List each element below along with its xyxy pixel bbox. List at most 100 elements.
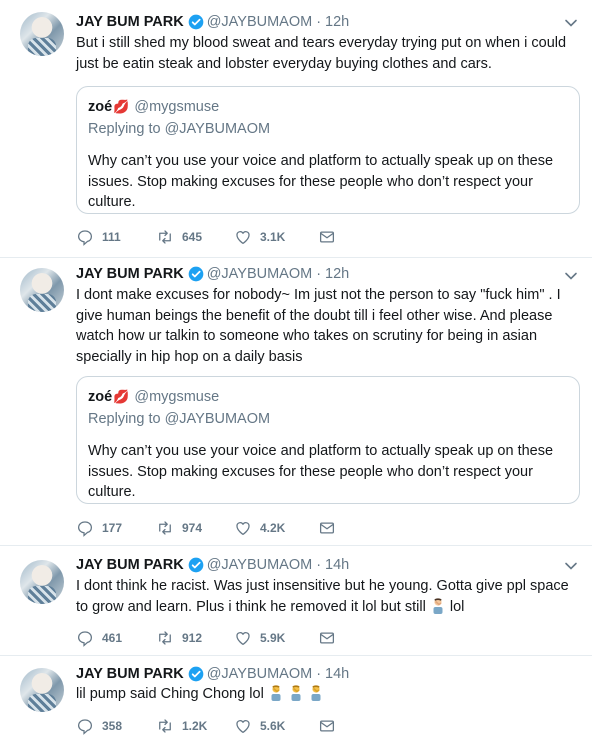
chevron-down-icon[interactable]: [564, 559, 578, 573]
like-button[interactable]: 5.9K: [234, 629, 318, 647]
timestamp[interactable]: 12h: [325, 266, 349, 282]
separator: ·: [316, 666, 322, 682]
tweet-header: JAY BUM PARK @JAYBUMAOM · 12h: [76, 12, 349, 32]
tweet[interactable]: JAY BUM PARK @JAYBUMAOM · 12h But i stil…: [0, 0, 592, 258]
like-count: 5.6K: [260, 719, 286, 733]
replying-to: Replying to @JAYBUMAOM: [88, 409, 568, 429]
replying-to: Replying to @JAYBUMAOM: [88, 119, 568, 139]
separator: ·: [316, 266, 322, 282]
direct-message-icon[interactable]: [318, 519, 336, 537]
verified-badge-icon: [188, 14, 204, 30]
timestamp[interactable]: 12h: [325, 14, 349, 30]
direct-message-icon[interactable]: [318, 228, 336, 246]
facepalm-emoji-icon: [311, 685, 321, 701]
handle[interactable]: @JAYBUMAOM: [207, 666, 313, 682]
handle[interactable]: @JAYBUMAOM: [207, 14, 313, 30]
timestamp[interactable]: 14h: [325, 557, 349, 573]
tweet-actions: 358 1.2K 5.6K: [76, 716, 336, 736]
retweet-button[interactable]: 974: [156, 519, 234, 537]
quote-display-name: zoé: [88, 389, 113, 405]
handle[interactable]: @JAYBUMAOM: [207, 557, 313, 573]
retweet-icon: [159, 719, 171, 733]
separator: ·: [316, 557, 322, 573]
like-button[interactable]: 3.1K: [234, 228, 318, 246]
avatar[interactable]: [20, 12, 64, 56]
retweet-icon: [159, 521, 171, 535]
retweet-button[interactable]: 645: [156, 228, 234, 246]
reply-count: 111: [102, 230, 121, 244]
replying-to-label: Replying to: [88, 411, 161, 427]
like-button[interactable]: 4.2K: [234, 519, 318, 537]
display-name[interactable]: JAY BUM PARK: [76, 666, 184, 682]
chevron-down-icon[interactable]: [564, 269, 578, 283]
tweet-actions: 461 912 5.9K: [76, 628, 336, 648]
quote-display-name: zoé: [88, 99, 113, 115]
tweet-text: But i still shed my blood sweat and tear…: [76, 35, 567, 72]
tweet-header: JAY BUM PARK @JAYBUMAOM · 14h: [76, 555, 349, 575]
tweet-text-body: lil pump said Ching Chong lol: [76, 686, 264, 702]
quoted-tweet[interactable]: zoé 💋 @mygsmuse Replying to @JAYBUMAOM W…: [76, 376, 580, 504]
avatar[interactable]: [20, 560, 64, 604]
retweet-count: 912: [182, 631, 203, 645]
direct-message-icon[interactable]: [318, 717, 336, 735]
tweet[interactable]: JAY BUM PARK @JAYBUMAOM · 12h I dont mak…: [0, 258, 592, 546]
reply-count: 358: [102, 719, 123, 733]
display-name[interactable]: JAY BUM PARK: [76, 557, 184, 573]
reply-icon: [77, 631, 93, 647]
quote-handle: @mygsmuse: [134, 99, 220, 115]
chevron-down-icon[interactable]: [564, 16, 578, 30]
tweet-header: JAY BUM PARK @JAYBUMAOM · 12h: [76, 264, 349, 284]
tweet-text-body: I dont think he racist. Was just insensi…: [76, 578, 569, 615]
quote-text: Why can’t you use your voice and platfor…: [88, 443, 554, 500]
handle[interactable]: @JAYBUMAOM: [207, 266, 313, 282]
reply-button[interactable]: 111: [76, 228, 156, 246]
display-name[interactable]: JAY BUM PARK: [76, 266, 184, 282]
reply-icon: [77, 230, 93, 246]
tweet[interactable]: JAY BUM PARK @JAYBUMAOM · 14h lil pump s…: [0, 656, 592, 747]
tweet[interactable]: JAY BUM PARK @JAYBUMAOM · 14h I dont thi…: [0, 546, 592, 656]
like-icon: [236, 720, 250, 734]
retweet-count: 645: [182, 230, 203, 244]
separator: ·: [316, 14, 322, 30]
retweet-count: 974: [182, 521, 203, 535]
reply-count: 461: [102, 631, 123, 645]
like-count: 3.1K: [260, 230, 286, 244]
facepalm-emoji-icon: [291, 685, 301, 701]
quoted-tweet[interactable]: zoé 💋 @mygsmuse Replying to @JAYBUMAOM W…: [76, 86, 580, 214]
retweet-button[interactable]: 1.2K: [156, 717, 234, 735]
kiss-lips-icon: 💋: [113, 389, 130, 404]
tweet-actions: 111 645 3.1K: [76, 227, 336, 247]
tweet-text: I dont think he racist. Was just insensi…: [76, 576, 581, 617]
like-icon: [236, 231, 250, 245]
replying-to-handle[interactable]: @JAYBUMAOM: [165, 411, 271, 427]
verified-badge-icon: [188, 557, 204, 573]
like-icon: [236, 632, 250, 646]
like-button[interactable]: 5.6K: [234, 717, 318, 735]
verified-badge-icon: [188, 266, 204, 282]
avatar[interactable]: [20, 268, 64, 312]
reply-button[interactable]: 177: [76, 519, 156, 537]
display-name[interactable]: JAY BUM PARK: [76, 14, 184, 30]
retweet-icon: [159, 631, 171, 645]
tweet-text-end: lol: [449, 598, 465, 615]
replying-to-label: Replying to: [88, 121, 161, 137]
direct-message-icon[interactable]: [318, 629, 336, 647]
facepalm-emoji-icon: [271, 685, 281, 701]
timestamp[interactable]: 14h: [325, 666, 349, 682]
kiss-lips-icon: 💋: [113, 99, 130, 114]
reply-count: 177: [102, 521, 123, 535]
like-icon: [236, 522, 250, 536]
retweet-icon: [159, 230, 171, 244]
quote-text: Why can’t you use your voice and platfor…: [88, 153, 554, 210]
reply-button[interactable]: 358: [76, 717, 156, 735]
like-count: 4.2K: [260, 521, 286, 535]
replying-to-handle[interactable]: @JAYBUMAOM: [165, 121, 271, 137]
reply-icon: [77, 521, 93, 537]
reply-button[interactable]: 461: [76, 629, 156, 647]
reply-icon: [77, 719, 93, 735]
tweet-header: JAY BUM PARK @JAYBUMAOM · 14h: [76, 664, 349, 684]
retweet-button[interactable]: 912: [156, 629, 234, 647]
facepalm-emoji-icon: [433, 597, 443, 614]
avatar[interactable]: [20, 668, 64, 712]
verified-badge-icon: [188, 666, 204, 682]
